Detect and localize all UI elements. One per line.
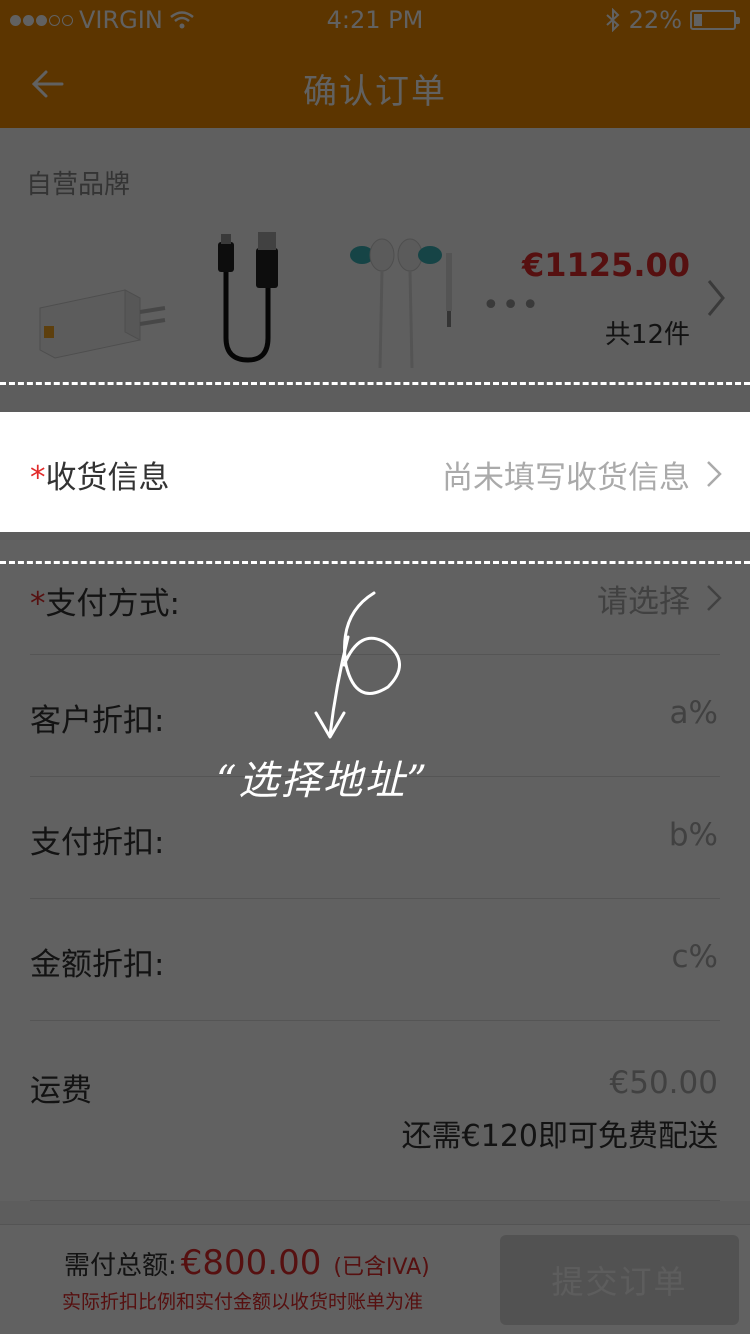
amount-discount-label: 金额折扣:: [30, 947, 165, 983]
customer-discount-label: 客户折扣:: [30, 703, 165, 739]
amount-discount-row: 金额折扣: c%: [0, 899, 750, 1021]
payment-method-value: 请选择: [597, 584, 690, 620]
shipping-info-value: 尚未填写收货信息: [442, 460, 690, 496]
chevron-right-icon: [707, 280, 725, 316]
chevron-right-icon: [707, 585, 722, 611]
status-bar: VIRGIN 4:21 PM 22%: [0, 0, 750, 40]
divider: [30, 1200, 720, 1201]
brand-label: 自营品牌: [26, 170, 131, 200]
usb-cable-icon: [218, 232, 278, 363]
page-title: 确认订单: [303, 72, 447, 112]
customer-discount-value: a%: [669, 695, 718, 731]
free-shipping-hint: 还需€120即可免费配送: [401, 1119, 718, 1154]
shipping-fee-row: 运费 €50.00 还需€120即可免费配送: [0, 1021, 750, 1201]
nav-bar: 确认订单: [0, 40, 750, 128]
charger-icon: [39, 289, 166, 359]
required-mark: *: [30, 586, 46, 622]
more-items-icon: •••: [482, 288, 542, 323]
shipping-fee-label: 运费: [30, 1073, 92, 1109]
customer-discount-row: 客户折扣: a%: [0, 655, 750, 777]
battery-icon: [690, 10, 740, 30]
tax-note: (已含IVA): [333, 1255, 430, 1280]
payment-discount-label: 支付折扣:: [30, 825, 165, 861]
amount-discount-value: c%: [671, 939, 719, 975]
total-line: 需付总额: €800.00 (已含IVA): [64, 1243, 430, 1283]
submit-order-button[interactable]: 提交订单: [500, 1235, 739, 1325]
status-right: 22%: [605, 6, 740, 34]
total-label: 需付总额:: [64, 1251, 177, 1281]
order-content: 自营品牌 ••• €1125.00 共12件 *收货信息 尚未填写收货信息 *支…: [0, 128, 750, 1224]
payment-method-label: *支付方式:: [30, 586, 180, 622]
products-count: 共12件: [604, 320, 690, 350]
chevron-right-icon: [707, 461, 722, 487]
payment-method-row[interactable]: *支付方式: 请选择: [0, 540, 750, 655]
payment-discount-row: 支付折扣: b%: [0, 777, 750, 899]
shipping-info-label: *收货信息: [30, 460, 170, 496]
settlement-note: 实际折扣比例和实付金额以收货时账单为准: [62, 1291, 424, 1313]
payment-discount-value: b%: [668, 817, 718, 853]
products-price: €1125.00: [521, 246, 690, 284]
checkout-bar: 需付总额: €800.00 (已含IVA) 实际折扣比例和实付金额以收货时账单为…: [0, 1224, 750, 1334]
shipping-info-row[interactable]: *收货信息 尚未填写收货信息: [0, 412, 750, 532]
total-amount: €800.00: [180, 1243, 322, 1283]
product-summary[interactable]: 自营品牌 ••• €1125.00 共12件: [0, 128, 750, 383]
shipping-fee-value: €50.00: [609, 1065, 718, 1101]
battery-percent: 22%: [628, 6, 682, 34]
required-mark: *: [30, 460, 46, 496]
earphones-icon: [350, 238, 452, 368]
bluetooth-icon: [605, 8, 620, 32]
